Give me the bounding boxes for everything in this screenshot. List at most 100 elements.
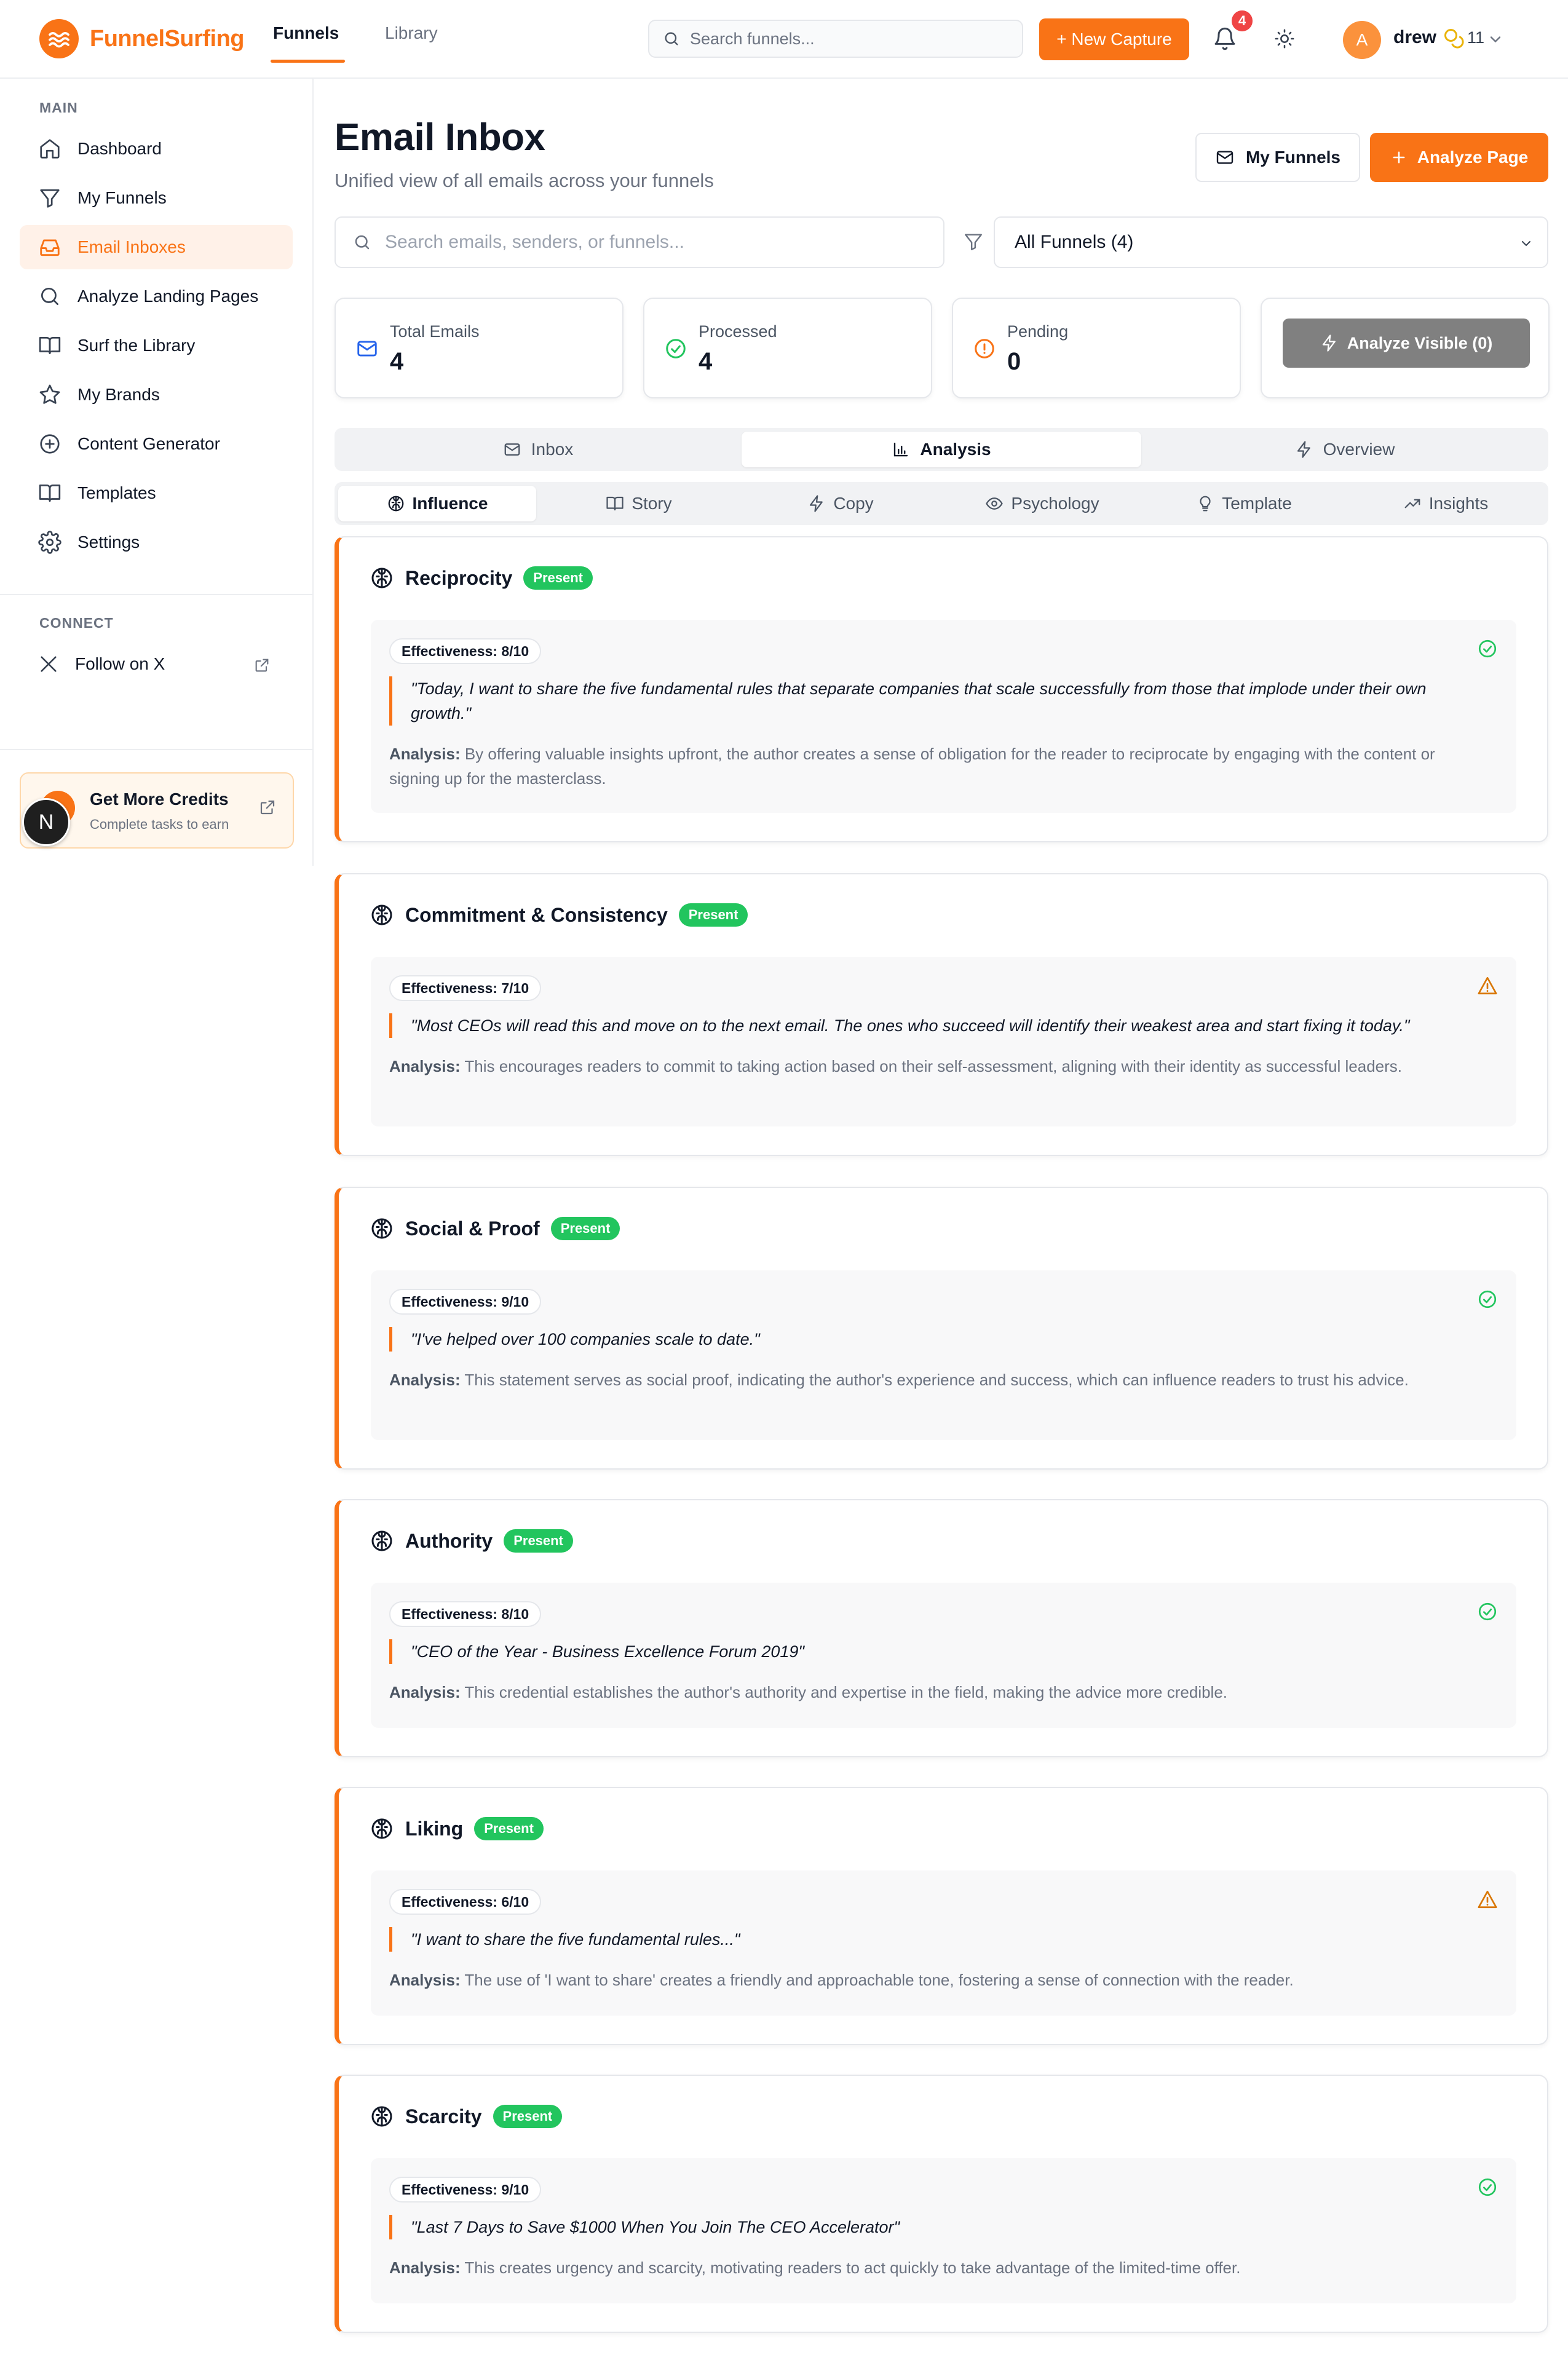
credits-title: Get More Credits: [90, 790, 229, 809]
filter-icon[interactable]: [963, 231, 984, 252]
waves-icon: [39, 19, 79, 58]
principle-quote: "I want to share the five fundamental ru…: [389, 1927, 1473, 1952]
subtab-label: Insights: [1428, 494, 1489, 513]
analyze-visible-card: Analyze Visible (0): [1261, 298, 1550, 398]
principle-header: Authority Present: [370, 1529, 573, 1553]
brain-icon: [371, 568, 392, 588]
my-funnels-button[interactable]: My Funnels: [1195, 133, 1360, 182]
principle-header: Reciprocity Present: [370, 566, 593, 590]
principle-quote: "Most CEOs will read this and move on to…: [389, 1013, 1473, 1038]
coins-icon: [1443, 27, 1465, 49]
zap-icon: [1297, 441, 1310, 458]
effectiveness-pill: Effectiveness: 9/10: [389, 1289, 542, 1315]
sidebar-item-content-generator[interactable]: Content Generator: [20, 422, 293, 466]
subtab-insights[interactable]: Insights: [1347, 486, 1545, 521]
present-badge: Present: [523, 566, 593, 590]
subtab-label: Copy: [833, 494, 874, 513]
sidebar-item-follow-x[interactable]: Follow on X: [20, 642, 293, 686]
floating-avatar[interactable]: N: [22, 798, 70, 846]
analyze-page-button[interactable]: Analyze Page: [1370, 133, 1548, 182]
effectiveness-pill: Effectiveness: 6/10: [389, 1889, 542, 1915]
check-circle-icon: [1478, 1602, 1497, 1621]
stat-value: 4: [699, 348, 713, 375]
present-badge: Present: [474, 1817, 544, 1840]
lightbulb-icon: [1200, 496, 1211, 512]
subtab-label: Template: [1222, 494, 1292, 513]
principle-card-authority: Authority Present Effectiveness: 8/10 "C…: [335, 1499, 1548, 1757]
principle-analysis: Analysis: This statement serves as socia…: [389, 1368, 1479, 1392]
brand-name: FunnelSurfing: [90, 25, 245, 52]
principle-quote: "CEO of the Year - Business Excellence F…: [389, 1639, 1473, 1664]
sidebar-item-surf-library[interactable]: Surf the Library: [20, 323, 293, 368]
analysis-prefix: Analysis:: [389, 1057, 461, 1075]
tab-inbox[interactable]: Inbox: [338, 432, 738, 467]
stat-label: Pending: [1007, 322, 1069, 341]
mail-icon: [357, 341, 377, 357]
principle-name: Commitment & Consistency: [405, 903, 668, 926]
principle-quote: "I've helped over 100 companies scale to…: [389, 1327, 1473, 1352]
chevron-down-icon[interactable]: [1487, 31, 1504, 48]
principle-quote: "Last 7 Days to Save $1000 When You Join…: [389, 2215, 1473, 2239]
funnel-filter-select[interactable]: All Funnels (4): [994, 216, 1548, 268]
user-name[interactable]: drew: [1393, 27, 1436, 48]
sidebar-item-settings[interactable]: Settings: [20, 520, 293, 564]
subtab-label: Psychology: [1011, 494, 1099, 513]
subtab-copy[interactable]: Copy: [742, 486, 940, 521]
eye-icon: [986, 497, 1004, 510]
email-search-input[interactable]: Search emails, senders, or funnels...: [335, 216, 944, 268]
book-icon: [39, 484, 61, 502]
principle-card-liking: Liking Present Effectiveness: 6/10 "I wa…: [335, 1787, 1548, 2045]
subtab-story[interactable]: Story: [540, 486, 738, 521]
analysis-subtabs: Influence Story Copy Psychology Template…: [335, 482, 1548, 525]
sidebar-item-dashboard[interactable]: Dashboard: [20, 127, 293, 171]
sidebar-connect-heading: CONNECT: [39, 615, 114, 631]
principle-card-reciprocity: Reciprocity Present Effectiveness: 8/10 …: [335, 536, 1548, 842]
sidebar-item-label: Follow on X: [75, 654, 165, 673]
new-capture-button[interactable]: + New Capture: [1039, 18, 1189, 60]
chevron-down-icon: [1522, 241, 1530, 247]
search-icon: [665, 32, 678, 46]
sidebar-item-label: Surf the Library: [77, 336, 196, 355]
plus-icon: [1393, 151, 1405, 164]
sidebar-item-label: Content Generator: [77, 434, 220, 453]
subtab-influence[interactable]: Influence: [338, 486, 536, 521]
sidebar-item-analyze-landing-pages[interactable]: Analyze Landing Pages: [20, 274, 293, 319]
analysis-text: This encourages readers to commit to tak…: [464, 1057, 1403, 1075]
email-search-placeholder: Search emails, senders, or funnels...: [385, 232, 684, 252]
analyze-visible-label: Analyze Visible (0): [1347, 333, 1493, 352]
top-bar: FunnelSurfing Funnels Library Search fun…: [0, 0, 1568, 79]
user-avatar[interactable]: A: [1343, 21, 1381, 59]
star-icon: [39, 384, 60, 404]
sidebar-item-my-funnels[interactable]: My Funnels: [20, 176, 293, 220]
x-logo-icon: [41, 656, 57, 672]
stat-card-pending: Pending 0: [952, 298, 1241, 398]
brain-icon: [388, 496, 403, 512]
analyze-visible-button[interactable]: Analyze Visible (0): [1283, 319, 1530, 368]
brand-logo[interactable]: FunnelSurfing: [39, 18, 245, 59]
book-open-icon: [39, 336, 61, 355]
sidebar-item-email-inboxes[interactable]: Email Inboxes: [20, 225, 293, 269]
tab-analysis[interactable]: Analysis: [742, 432, 1141, 467]
brain-icon: [371, 1818, 392, 1839]
page-subtitle: Unified view of all emails across your f…: [335, 170, 714, 191]
nav-tab-library[interactable]: Library: [385, 21, 438, 60]
sidebar-item-my-brands[interactable]: My Brands: [20, 373, 293, 417]
analysis-prefix: Analysis:: [389, 1371, 461, 1389]
analysis-text: This statement serves as social proof, i…: [464, 1371, 1409, 1389]
sun-icon[interactable]: [1274, 28, 1295, 49]
mail-icon: [504, 443, 520, 456]
tab-overview[interactable]: Overview: [1145, 432, 1545, 467]
stat-label: Total Emails: [390, 322, 480, 341]
search-icon: [355, 235, 370, 250]
principle-name: Social & Proof: [405, 1217, 540, 1240]
top-search-input[interactable]: Search funnels...: [648, 20, 1023, 58]
plus-circle-icon: [40, 434, 60, 454]
sidebar-item-label: Settings: [77, 532, 140, 552]
subtab-template[interactable]: Template: [1145, 486, 1343, 521]
sidebar-main-heading: MAIN: [39, 100, 78, 116]
subtab-label: Story: [632, 494, 672, 513]
sidebar-item-templates[interactable]: Templates: [20, 471, 293, 515]
analysis-prefix: Analysis:: [389, 1683, 461, 1701]
nav-tab-funnels[interactable]: Funnels: [270, 21, 346, 63]
subtab-psychology[interactable]: Psychology: [943, 486, 1141, 521]
